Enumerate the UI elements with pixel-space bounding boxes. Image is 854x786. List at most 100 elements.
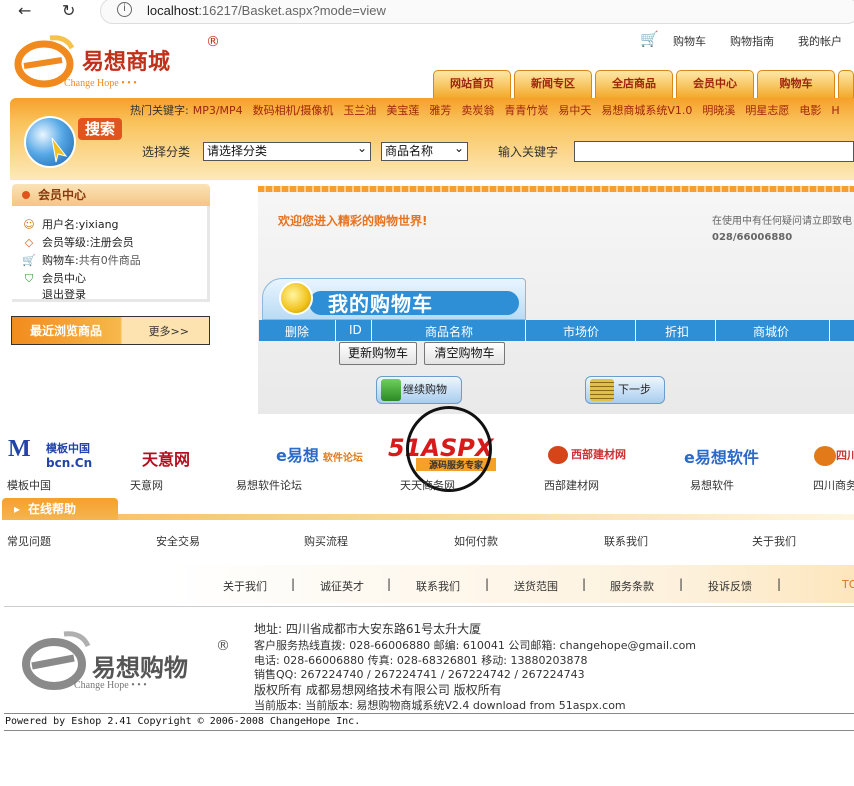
footer-separator: | <box>485 577 490 591</box>
diamond-icon: ◇ <box>24 236 34 249</box>
hot-word[interactable]: 明晓溪 <box>702 104 735 117</box>
help-link-contact[interactable]: 联系我们 <box>604 533 648 549</box>
help-link-about[interactable]: 关于我们 <box>752 533 796 549</box>
recent-more-link[interactable]: 更多>> <box>149 323 189 339</box>
hot-word[interactable]: MP3/MP4 <box>193 104 243 117</box>
partner-label-sichuan[interactable]: 四川商务 <box>813 477 854 493</box>
help-link-process[interactable]: 购买流程 <box>304 533 348 549</box>
member-panel: ☺ 用户名:yixiang ◇ 会员等级:注册会员 🛒 购物车:共有0件商品 ⛉ 会员中… <box>12 206 210 302</box>
hot-word[interactable]: 卖炭翁 <box>461 104 494 117</box>
partner-logo-mbzg[interactable]: M 模板中国 bcn.Cn <box>8 436 92 476</box>
search-tag[interactable]: 搜索 <box>78 118 122 140</box>
hot-word[interactable]: H <box>831 104 839 117</box>
partner-label-tiantian[interactable]: 天天商务网 <box>400 477 455 493</box>
tab-more[interactable] <box>838 70 854 98</box>
brand-name: 易想商城 <box>82 50 171 75</box>
toplink-cart[interactable]: 购物车 <box>673 33 706 49</box>
hot-word[interactable]: 雅芳 <box>429 104 451 117</box>
partner-label-forum[interactable]: 易想软件论坛 <box>236 477 302 493</box>
member-center-link[interactable]: ⛉ 会员中心 <box>22 270 86 286</box>
partner-label-mbzg[interactable]: 模板中国 <box>7 477 51 493</box>
address-bar[interactable]: i localhost:16217/Basket.aspx?mode=view <box>100 0 854 24</box>
tab-news[interactable]: 新闻专区 <box>514 70 592 98</box>
continue-shopping-button[interactable]: 继续购物 <box>376 376 462 404</box>
cart-icon: 🛒 <box>22 254 36 267</box>
partner-label-xibu[interactable]: 西部建材网 <box>544 477 599 493</box>
hot-word[interactable]: 玉兰油 <box>343 104 376 117</box>
col-discount: 折扣 <box>665 325 690 339</box>
footer-link-about[interactable]: 关于我们 <box>223 578 267 594</box>
xibu-icon <box>548 446 568 464</box>
contact-text: 在使用中有任何疑问请立即致电 <box>712 216 852 227</box>
coin-icon <box>279 281 313 315</box>
footer-separator: | <box>582 577 587 591</box>
footer-link-contact[interactable]: 联系我们 <box>416 578 460 594</box>
footer-copyright: 版权所有 成都易想网络技术有限公司 版权所有 <box>254 683 502 697</box>
hot-word[interactable]: 美宝莲 <box>386 104 419 117</box>
partner-label-tianyi[interactable]: 天意网 <box>130 477 163 493</box>
url-text[interactable]: localhost:16217/Basket.aspx?mode=view <box>147 3 386 18</box>
hot-word[interactable]: 数码相机/摄像机 <box>253 104 334 117</box>
help-divider <box>118 514 854 520</box>
footer-hotline: 客户服务热线直拨: 028-66006880 邮编: 610041 公司邮箱: … <box>254 639 697 652</box>
tab-home[interactable]: 网站首页 <box>433 70 511 98</box>
hot-word[interactable]: 易中天 <box>558 104 591 117</box>
hot-word[interactable]: 易想商城系统V1.0 <box>601 104 692 117</box>
powered-by: Powered by Eshop 2.41 Copyright © 2006-2… <box>4 713 854 731</box>
help-link-payment[interactable]: 如何付款 <box>454 533 498 549</box>
recent-products-title: 最近浏览商品 <box>30 324 103 338</box>
info-icon[interactable]: i <box>117 2 132 17</box>
partner-logo-forum[interactable]: e易想 软件论坛 <box>276 442 363 482</box>
recent-products: 最近浏览商品 更多>> <box>11 316 210 345</box>
footer-link-delivery[interactable]: 送货范围 <box>514 578 558 594</box>
hot-word[interactable]: 明星志愿 <box>745 104 789 117</box>
browser-toolbar: ← ↻ i localhost:16217/Basket.aspx?mode=v… <box>0 0 854 24</box>
brand-tagline: Change Hope • • • <box>64 78 137 89</box>
toplink-account[interactable]: 我的帐户 <box>798 33 842 49</box>
keyword-input[interactable] <box>574 141 854 162</box>
partner-label-software[interactable]: 易想软件 <box>690 477 734 493</box>
back-arrow-icon[interactable]: ← <box>18 0 31 22</box>
category-select[interactable]: 请选择分类 <box>203 140 371 161</box>
col-id: ID <box>349 323 362 337</box>
field-select[interactable]: 商品名称 <box>381 140 468 161</box>
help-link-faq[interactable]: 常见问题 <box>7 533 51 549</box>
hot-word[interactable]: 电影 <box>799 104 821 117</box>
hot-word[interactable]: 青青竹炭 <box>504 104 548 117</box>
tab-all-products[interactable]: 全店商品 <box>595 70 673 98</box>
footer-address: 地址: 四川省成都市大安东路61号太升大厦 <box>254 622 482 636</box>
bag-icon <box>381 379 401 401</box>
member-center-heading: 会员中心 <box>12 184 210 206</box>
col-product-name: 商品名称 <box>425 325 474 339</box>
footer-separator: | <box>679 577 684 591</box>
online-help-heading: 在线帮助 <box>2 498 118 520</box>
footer-logo-text: 易想购物 <box>92 654 188 682</box>
member-level: ◇ 会员等级:注册会员 <box>22 234 134 250</box>
sichuan-icon <box>814 446 836 466</box>
welcome-text: 欢迎您进入精彩的购物世界! <box>278 214 428 228</box>
next-step-button[interactable]: 下一步 <box>585 376 665 404</box>
footer-logo-tagline: Change Hope • • • <box>74 680 147 691</box>
cart-table-header: 删除 ID 商品名称 市场价 折扣 商城价 <box>259 320 854 341</box>
user-icon: ☺ <box>23 218 35 231</box>
globe-icon <box>24 116 76 168</box>
cart-title: 我的购物车 <box>328 292 433 316</box>
category-label: 选择分类 <box>142 145 191 159</box>
help-link-security[interactable]: 安全交易 <box>156 533 200 549</box>
tab-cart[interactable]: 购物车 <box>757 70 835 98</box>
footer-link-top[interactable]: TO <box>842 578 854 591</box>
logout-link[interactable]: 退出登录 <box>42 286 86 302</box>
footer-link-jobs[interactable]: 诚征英才 <box>320 578 364 594</box>
update-cart-button[interactable]: 更新购物车 <box>339 342 417 365</box>
reload-icon[interactable]: ↻ <box>62 0 75 22</box>
footer-qq: 销售QQ: 267224740 / 267224741 / 267224742 … <box>254 668 585 681</box>
tab-member-center[interactable]: 会员中心 <box>676 70 754 98</box>
site-logo[interactable]: 易想商城 Change Hope • • • ® <box>10 34 230 94</box>
footer-separator: | <box>387 577 392 591</box>
toplink-guide[interactable]: 购物指南 <box>730 33 774 49</box>
footer-separator: | <box>291 577 296 591</box>
footer-link-feedback[interactable]: 投诉反馈 <box>708 578 752 594</box>
footer-link-terms[interactable]: 服务条款 <box>610 578 654 594</box>
clear-cart-button[interactable]: 清空购物车 <box>424 342 505 365</box>
col-market-price: 市场价 <box>563 325 600 339</box>
